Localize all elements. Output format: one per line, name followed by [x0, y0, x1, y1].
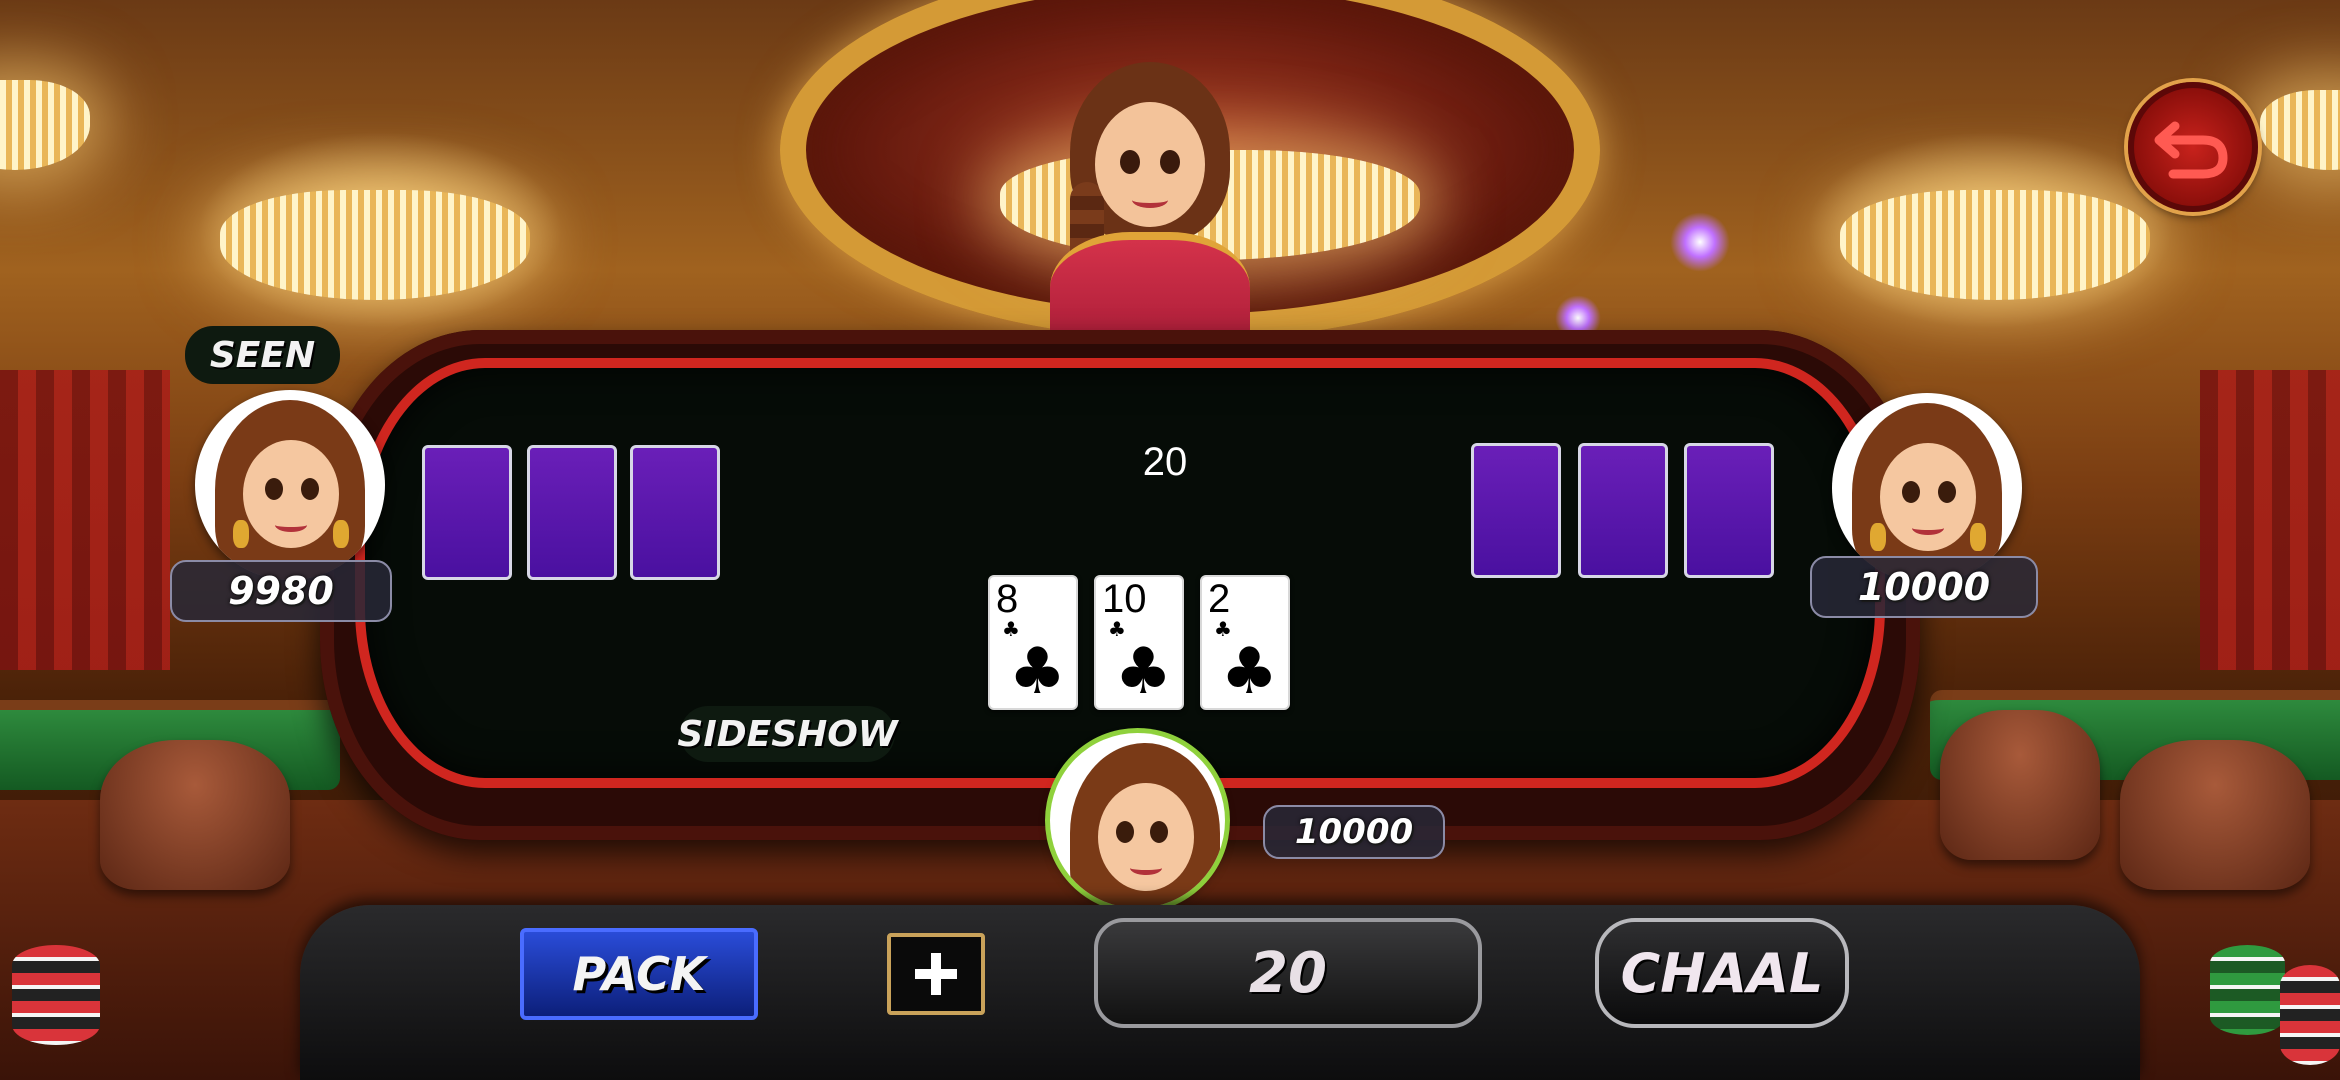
seen-status-badge: SEEN — [185, 326, 340, 384]
card-rank: 8 — [996, 577, 1019, 621]
chair-right-2 — [2120, 740, 2310, 890]
own-card-3[interactable]: 2 ♣ ♣ — [1200, 575, 1290, 710]
self-player-avatar — [1050, 733, 1225, 908]
pack-button[interactable]: PACK — [520, 928, 758, 1020]
avatar-smile — [1130, 861, 1162, 875]
plus-icon — [915, 953, 957, 995]
back-arrow-icon — [2154, 121, 2228, 179]
pot-amount: 20 — [1142, 440, 1188, 484]
curtain-right — [2200, 370, 2340, 670]
sideshow-button[interactable]: SIDESHOW — [677, 706, 898, 762]
back-button[interactable] — [2128, 82, 2258, 212]
right-player-avatar[interactable] — [1832, 393, 2022, 583]
right-player-card-2 — [1578, 443, 1668, 578]
dealer-eye-left — [1120, 150, 1140, 174]
chair-right-1 — [1940, 710, 2100, 860]
chandelier-far-right — [2260, 90, 2340, 170]
increase-bet-button[interactable] — [887, 933, 985, 1015]
left-player-card-2 — [527, 445, 617, 580]
chip-stack-right — [2210, 945, 2285, 1035]
chandelier-far-left — [0, 80, 90, 170]
avatar-eye — [1902, 481, 1920, 503]
magic-orb-1 — [1670, 212, 1730, 272]
left-player-avatar[interactable] — [195, 390, 385, 580]
avatar-eye — [301, 478, 319, 500]
avatar-smile — [275, 518, 307, 532]
club-suit-icon: ♣ — [1114, 635, 1172, 709]
right-player-card-3 — [1684, 443, 1774, 578]
chaal-button[interactable]: CHAAL — [1595, 918, 1849, 1028]
bet-amount-display: 20 — [1094, 918, 1482, 1028]
chip-stack-right-2 — [2280, 965, 2340, 1065]
avatar-eye — [1938, 481, 1956, 503]
own-card-2[interactable]: 10 ♣ ♣ — [1094, 575, 1184, 710]
earring-icon — [1970, 523, 1986, 551]
chandelier-right — [1840, 190, 2150, 300]
dealer-face — [1095, 102, 1205, 227]
card-rank: 10 — [1102, 577, 1147, 621]
left-player-card-3 — [630, 445, 720, 580]
avatar-eye — [265, 478, 283, 500]
dealer-eye-right — [1160, 150, 1180, 174]
chandelier-left — [220, 190, 530, 300]
card-rank: 2 — [1208, 577, 1231, 621]
left-player-card-1 — [422, 445, 512, 580]
earring-icon — [233, 520, 249, 548]
left-player-balance: 9980 — [170, 560, 392, 622]
club-suit-icon: ♣ — [1220, 635, 1278, 709]
avatar-eye — [1116, 821, 1134, 843]
own-card-1[interactable]: 8 ♣ ♣ — [988, 575, 1078, 710]
right-player-card-1 — [1471, 443, 1561, 578]
right-player-balance: 10000 — [1810, 556, 2038, 618]
self-player-balance: 10000 — [1263, 805, 1445, 859]
dealer-character — [1040, 62, 1260, 372]
earring-icon — [1870, 523, 1886, 551]
chip-stack-left — [12, 945, 100, 1045]
earring-icon — [333, 520, 349, 548]
avatar-smile — [1912, 521, 1944, 535]
avatar-eye — [1150, 821, 1168, 843]
dealer-smile — [1132, 192, 1168, 208]
club-suit-icon: ♣ — [1008, 635, 1066, 709]
curtain-left — [0, 370, 170, 670]
chair-left — [100, 740, 290, 890]
